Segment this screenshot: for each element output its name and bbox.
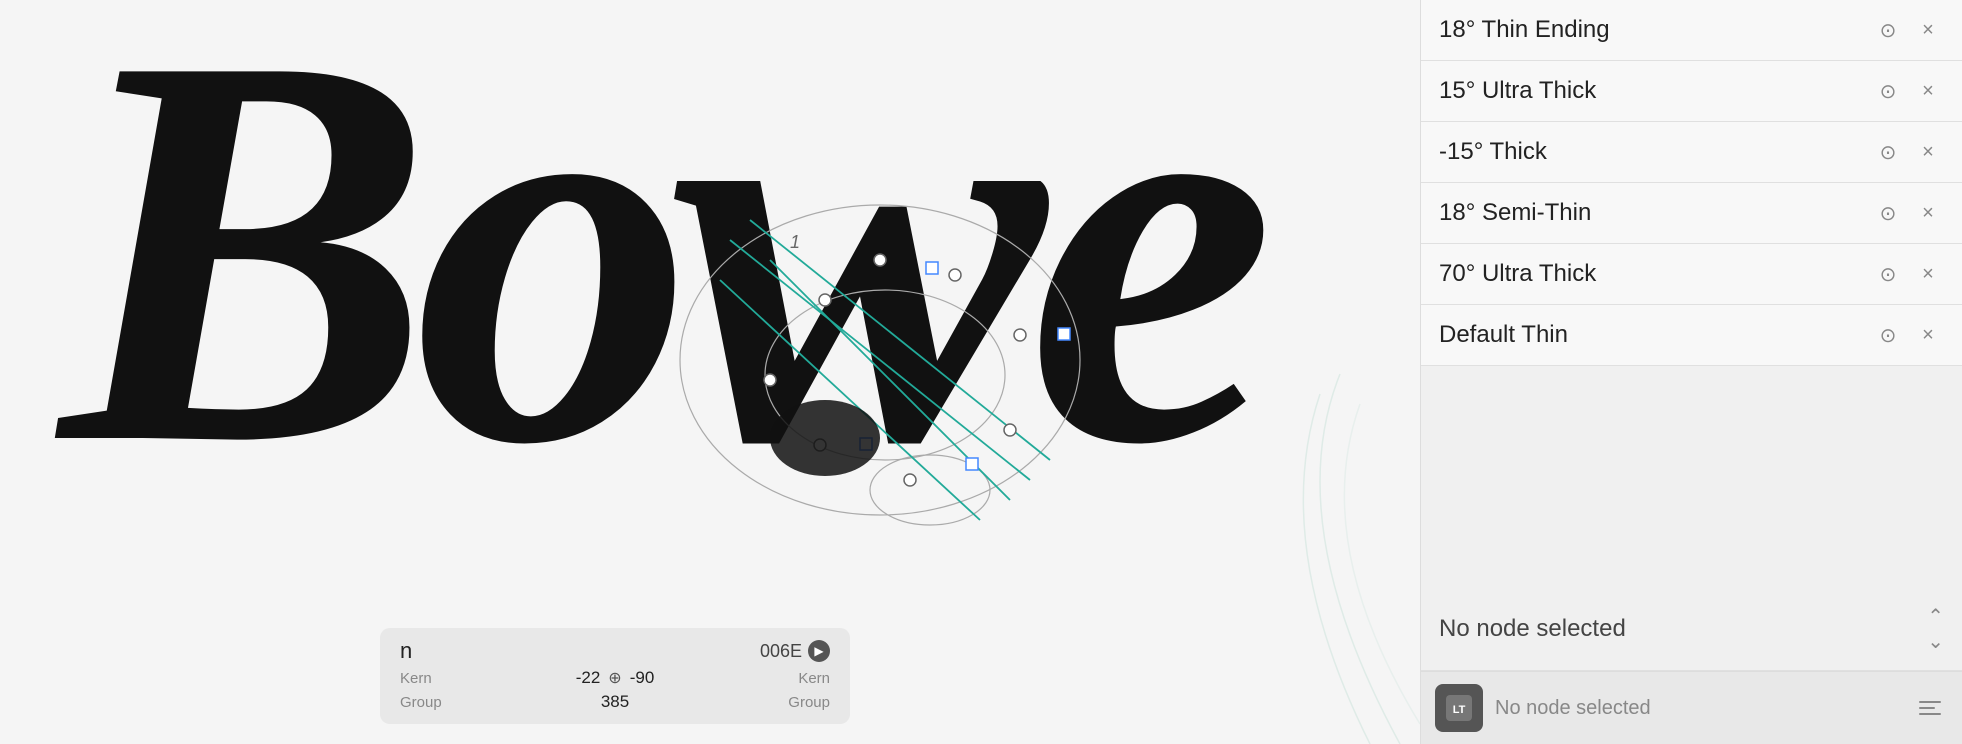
right-panel: 18° Thin Ending ⊙ × 15° Ultra Thick ⊙ × … [1420, 0, 1962, 744]
guide-more-btn-4[interactable]: ⊙ [1872, 258, 1904, 290]
canvas-area: Bowe [0, 0, 1420, 744]
no-node-label: No node selected [1439, 615, 1626, 643]
guides-list: 18° Thin Ending ⊙ × 15° Ultra Thick ⊙ × … [1421, 0, 1962, 588]
guide-actions-3: ⊙ × [1872, 197, 1944, 229]
guide-label-5: Default Thin [1439, 321, 1872, 349]
info-bar-top: n 006E ▶ [400, 638, 830, 664]
guide-more-btn-1[interactable]: ⊙ [1872, 75, 1904, 107]
svg-text:1: 1 [790, 232, 800, 252]
guide-item-1[interactable]: 15° Ultra Thick ⊙ × [1421, 61, 1962, 122]
guide-close-btn-1[interactable]: × [1912, 75, 1944, 107]
guide-close-btn-3[interactable]: × [1912, 197, 1944, 229]
glyph-info-bar: n 006E ▶ Kern -22 ⊕ -90 Kern Group 385 G… [380, 628, 850, 724]
guide-label-1: 15° Ultra Thick [1439, 77, 1872, 105]
guide-actions-1: ⊙ × [1872, 75, 1944, 107]
guide-label-4: 70° Ultra Thick [1439, 260, 1872, 288]
move-icon: ⊕ [608, 668, 621, 688]
group-row: Group 385 Group [400, 692, 830, 712]
group-left-label: Group [400, 694, 442, 711]
kern-row: Kern -22 ⊕ -90 Kern [400, 668, 830, 688]
kern-values: -22 ⊕ -90 [576, 668, 655, 688]
kern-right-label: Kern [798, 670, 830, 687]
guide-item-4[interactable]: 70° Ultra Thick ⊙ × [1421, 244, 1962, 305]
glyph-unicode: 006E ▶ [760, 640, 830, 662]
guide-close-btn-5[interactable]: × [1912, 319, 1944, 351]
node-info-lines-button[interactable] [1912, 690, 1948, 726]
chevron-ud-icon[interactable]: ⌃⌄ [1927, 604, 1944, 654]
guide-item-5[interactable]: Default Thin ⊙ × [1421, 305, 1962, 366]
glyph-overlay: 1 [670, 180, 1090, 540]
guide-actions-5: ⊙ × [1872, 319, 1944, 351]
node-info-placeholder-text: No node selected [1495, 697, 1900, 720]
guide-label-3: 18° Semi-Thin [1439, 199, 1872, 227]
guide-close-btn-0[interactable]: × [1912, 14, 1944, 46]
guide-item-0[interactable]: 18° Thin Ending ⊙ × [1421, 0, 1962, 61]
node-info-bar: LT No node selected [1421, 671, 1962, 744]
unicode-arrow[interactable]: ▶ [808, 640, 830, 662]
group-right-label: Group [788, 694, 830, 711]
glyph-name: n [400, 638, 412, 664]
glyph-svg: 1 [670, 180, 1090, 540]
guide-more-btn-3[interactable]: ⊙ [1872, 197, 1904, 229]
guide-label-0: 18° Thin Ending [1439, 16, 1872, 44]
lines-icon [1919, 701, 1941, 715]
guide-actions-4: ⊙ × [1872, 258, 1944, 290]
guide-more-btn-0[interactable]: ⊙ [1872, 14, 1904, 46]
guide-more-btn-2[interactable]: ⊙ [1872, 136, 1904, 168]
no-node-row: No node selected ⌃⌄ [1421, 588, 1962, 671]
node-info-icon: LT [1435, 684, 1483, 732]
guide-close-btn-4[interactable]: × [1912, 258, 1944, 290]
guide-more-btn-5[interactable]: ⊙ [1872, 319, 1904, 351]
guide-item-2[interactable]: -15° Thick ⊙ × [1421, 122, 1962, 183]
group-value: 385 [601, 692, 629, 712]
kern-left-label: Kern [400, 670, 432, 687]
lttrnk-icon: LT [1444, 693, 1474, 723]
guide-item-3[interactable]: 18° Semi-Thin ⊙ × [1421, 183, 1962, 244]
guide-actions-0: ⊙ × [1872, 14, 1944, 46]
guide-actions-2: ⊙ × [1872, 136, 1944, 168]
svg-text:LT: LT [1453, 704, 1466, 716]
guide-label-2: -15° Thick [1439, 138, 1872, 166]
guide-close-btn-2[interactable]: × [1912, 136, 1944, 168]
